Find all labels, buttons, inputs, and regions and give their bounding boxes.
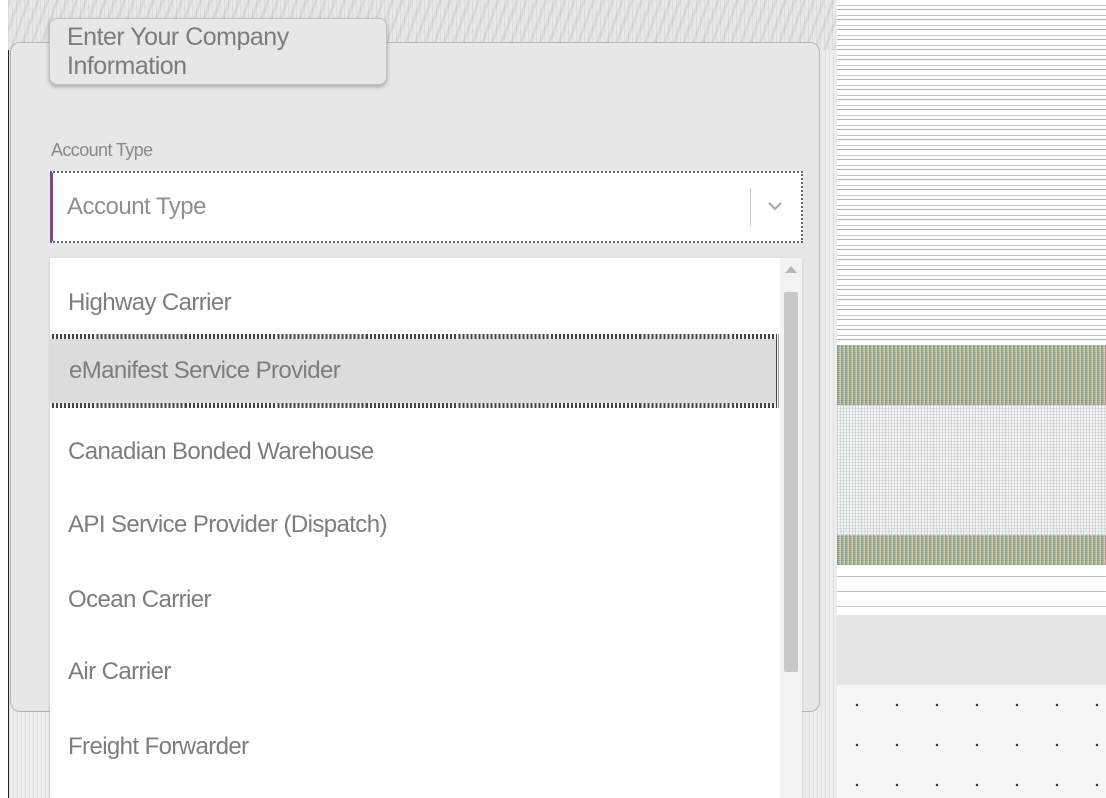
option-ocean-carrier[interactable]: Ocean Carrier [50, 563, 778, 637]
panel-title: Enter Your Company Information [67, 22, 289, 80]
company-name-label-obscured [51, 246, 251, 258]
option-emanifest-service-provider[interactable]: eManifest Service Provider [50, 334, 779, 408]
corrupted-side-panel [837, 0, 1106, 798]
noise-band [837, 685, 1106, 798]
scroll-up-arrow-icon[interactable] [785, 266, 797, 273]
chevron-down-icon[interactable] [757, 187, 793, 225]
noise-band [837, 345, 1106, 405]
noise-band [837, 615, 1106, 685]
noise-band [837, 565, 1106, 615]
option-air-carrier[interactable]: Air Carrier [50, 635, 778, 709]
scrollbar-thumb[interactable] [784, 292, 798, 672]
account-type-dropdown[interactable]: Highway Carrier eManifest Service Provid… [50, 258, 802, 798]
account-type-placeholder: Account Type [67, 193, 206, 220]
panel-title-tab: Enter Your Company Information [49, 18, 387, 85]
option-api-service-provider[interactable]: API Service Provider (Dispatch) [50, 488, 778, 562]
option-highway-carrier[interactable]: Highway Carrier [50, 266, 778, 340]
dropdown-scrollbar[interactable] [780, 258, 802, 798]
account-type-select[interactable]: Account Type [50, 171, 803, 243]
account-type-label: Account Type [51, 140, 153, 160]
noise-band [837, 535, 1106, 565]
noise-band [837, 0, 1106, 345]
option-canadian-bonded-warehouse[interactable]: Canadian Bonded Warehouse [50, 415, 778, 489]
select-separator [750, 188, 751, 226]
option-freight-forwarder[interactable]: Freight Forwarder [50, 710, 778, 784]
noise-band [837, 405, 1106, 535]
